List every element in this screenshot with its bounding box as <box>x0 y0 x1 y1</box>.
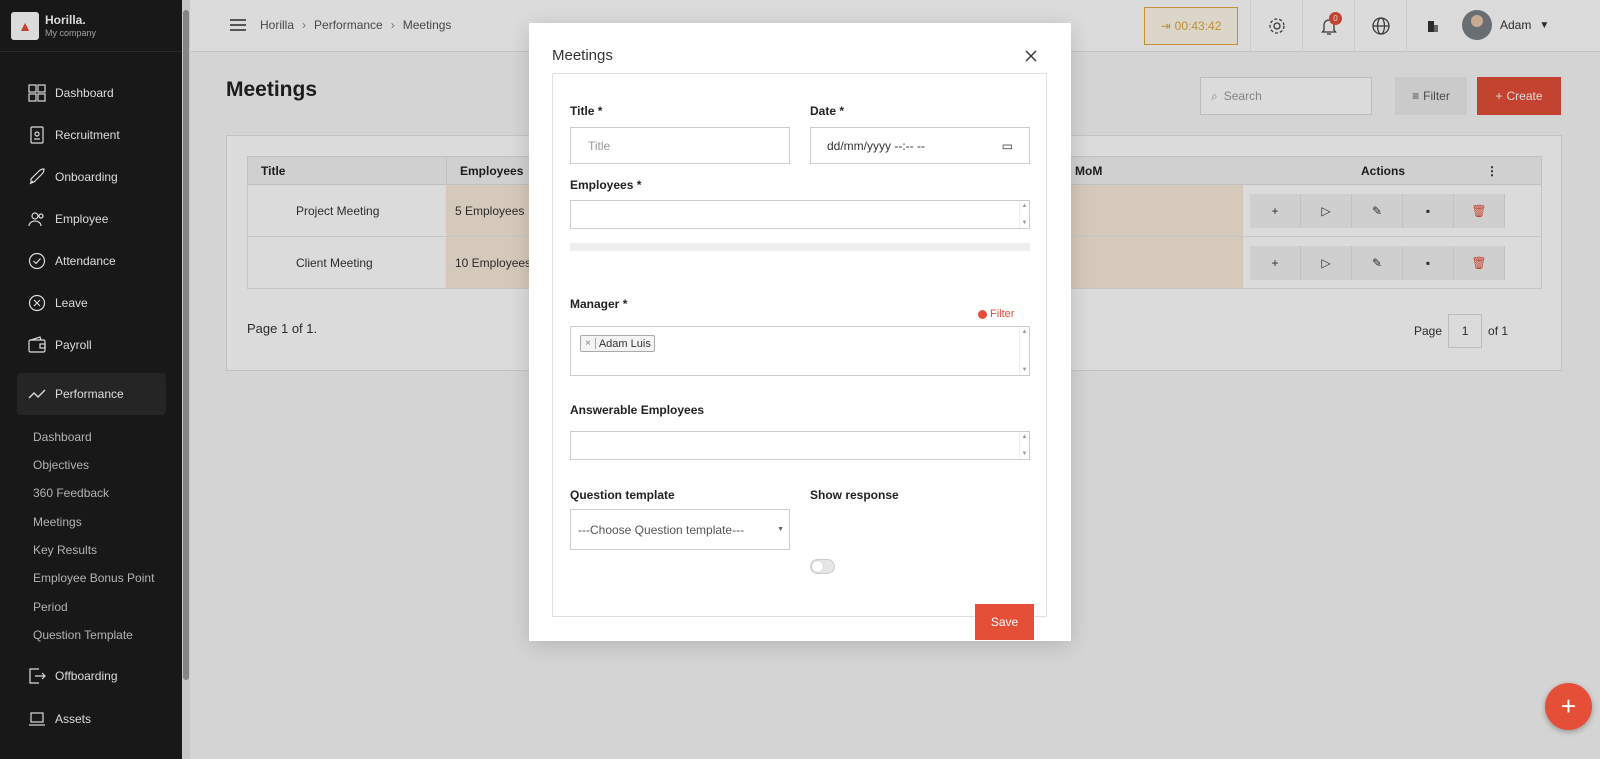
employees-label: Employees * <box>570 178 642 192</box>
date-input[interactable]: dd/mm/yyyy --:-- -- ▭ <box>810 127 1030 164</box>
manager-label: Manager * <box>570 297 628 311</box>
title-label: Title * <box>570 104 603 118</box>
answerable-scroll[interactable]: ▲ ▼ <box>1019 432 1029 459</box>
answerable-employees-select[interactable]: ▲ ▼ <box>570 431 1030 460</box>
manager-scroll[interactable]: ▲ ▼ <box>1019 327 1029 375</box>
question-template-select[interactable]: ---Choose Question template--- ▼ <box>570 509 790 550</box>
title-input[interactable]: Title <box>570 127 790 164</box>
modal-title: Meetings <box>552 47 613 64</box>
answerable-employees-label: Answerable Employees <box>570 403 705 417</box>
manager-select[interactable]: × Adam Luis ▲ ▼ <box>570 326 1030 376</box>
date-placeholder: dd/mm/yyyy --:-- -- <box>827 138 925 153</box>
close-icon[interactable] <box>1023 48 1039 64</box>
filter-link-label: Filter <box>990 308 1015 320</box>
quick-add-button[interactable]: + <box>1545 683 1592 730</box>
question-template-value: ---Choose Question template--- <box>578 522 745 537</box>
employees-scroll[interactable]: ▲ ▼ <box>1019 201 1029 228</box>
manager-tag-label: Adam Luis <box>598 337 651 350</box>
remove-tag-icon[interactable]: × <box>581 338 596 349</box>
show-response-toggle[interactable] <box>810 559 835 574</box>
calendar-icon[interactable]: ▭ <box>1002 139 1013 153</box>
employees-select[interactable]: ▲ ▼ <box>570 200 1030 229</box>
filter-circle-icon <box>978 309 987 319</box>
show-response-label: Show response <box>810 488 899 502</box>
meeting-form: Title * Title Date * dd/mm/yyyy --:-- --… <box>552 73 1047 640</box>
caret-down-icon: ▼ <box>777 526 784 533</box>
employee-filter-link[interactable]: Filter <box>978 308 1014 320</box>
question-template-label: Question template <box>570 488 675 502</box>
save-button[interactable]: Save <box>975 604 1034 640</box>
plus-icon: + <box>1560 691 1577 721</box>
selected-manager-tag: × Adam Luis <box>580 335 655 352</box>
employees-horizontal-scrollbar[interactable] <box>570 243 1030 251</box>
title-placeholder: Title <box>588 138 611 153</box>
meeting-modal: Meetings Title * Title Date * dd/mm/yyyy… <box>529 23 1071 641</box>
date-label: Date * <box>810 104 845 118</box>
